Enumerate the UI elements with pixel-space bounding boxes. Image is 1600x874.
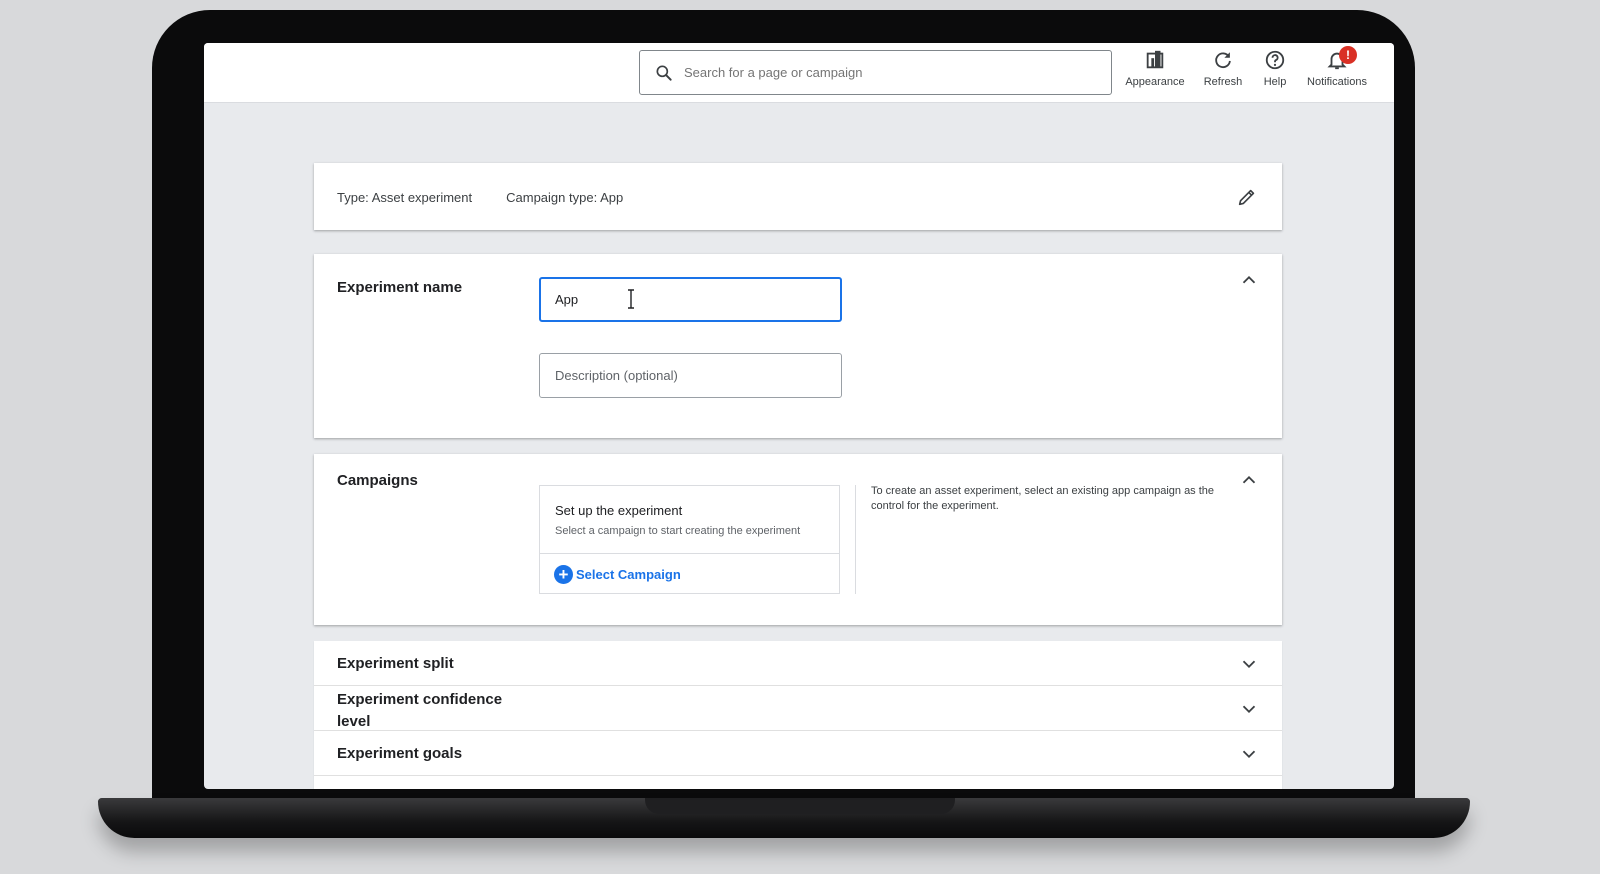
experiment-confidence-row[interactable]: Experiment confidence level [314,686,1282,731]
type-label: Type: Asset experiment [337,190,473,205]
description-field[interactable]: Description (optional) [539,353,842,398]
next-section-row[interactable] [314,776,1282,789]
campaigns-title: Campaigns [337,472,418,489]
chevron-up-icon[interactable] [1238,269,1260,291]
campaigns-help-text: To create an asset experiment, select an… [871,485,1215,512]
notifications-label: Notifications [1307,76,1367,88]
appearance-label: Appearance [1125,76,1185,88]
help-label: Help [1263,76,1287,88]
refresh-label: Refresh [1203,76,1243,88]
chevron-down-icon[interactable] [1238,653,1260,675]
select-campaign-label: Select Campaign [576,567,681,582]
setup-experiment-box: Set up the experiment Select a campaign … [539,485,840,594]
refresh-icon [1215,52,1231,69]
edit-pencil-icon[interactable] [1236,186,1258,208]
description-placeholder: Description (optional) [555,368,678,383]
experiment-name-card: Experiment name App Description (optiona… [314,254,1282,438]
chevron-down-icon[interactable] [1238,743,1260,765]
appearance-icon [1146,50,1164,69]
search-input[interactable] [684,65,1084,80]
experiment-goals-row[interactable]: Experiment goals [314,731,1282,776]
setup-title: Set up the experiment [555,503,683,518]
notification-badge: ! [1339,46,1357,64]
experiment-split-title: Experiment split [337,655,454,672]
laptop-hinge [645,798,955,814]
campaign-type-label: Campaign type: App [506,190,624,205]
experiment-summary-card: Type: Asset experiment Campaign type: Ap… [314,163,1282,230]
search-icon [656,65,672,81]
text-cursor-icon [628,289,634,309]
campaigns-card: Campaigns Set up the experiment Select a… [314,454,1282,625]
select-campaign-button[interactable]: + Select Campaign [540,554,839,584]
search-box[interactable] [639,50,1112,95]
screen: Appearance Refresh Help ! Notifications … [204,43,1394,789]
appearance-button[interactable]: Appearance [1112,49,1198,95]
divider [855,485,856,594]
help-icon [1265,50,1285,70]
experiment-confidence-title: Experiment confidence level [337,691,503,730]
experiment-name-value: App [555,292,579,307]
experiment-goals-title: Experiment goals [337,745,463,762]
add-circle-icon: + [554,565,573,584]
chevron-up-icon[interactable] [1238,469,1260,491]
experiment-name-field[interactable]: App [539,277,842,322]
help-button[interactable]: Help [1250,49,1300,95]
top-bar: Appearance Refresh Help ! Notifications [204,43,1394,103]
setup-subtitle: Select a campaign to start creating the … [555,525,801,537]
refresh-button[interactable]: Refresh [1190,49,1256,95]
chevron-down-icon[interactable] [1238,698,1260,720]
experiment-name-title: Experiment name [337,279,463,296]
experiment-split-row[interactable]: Experiment split [314,641,1282,686]
notifications-button[interactable]: ! Notifications [1294,46,1380,95]
